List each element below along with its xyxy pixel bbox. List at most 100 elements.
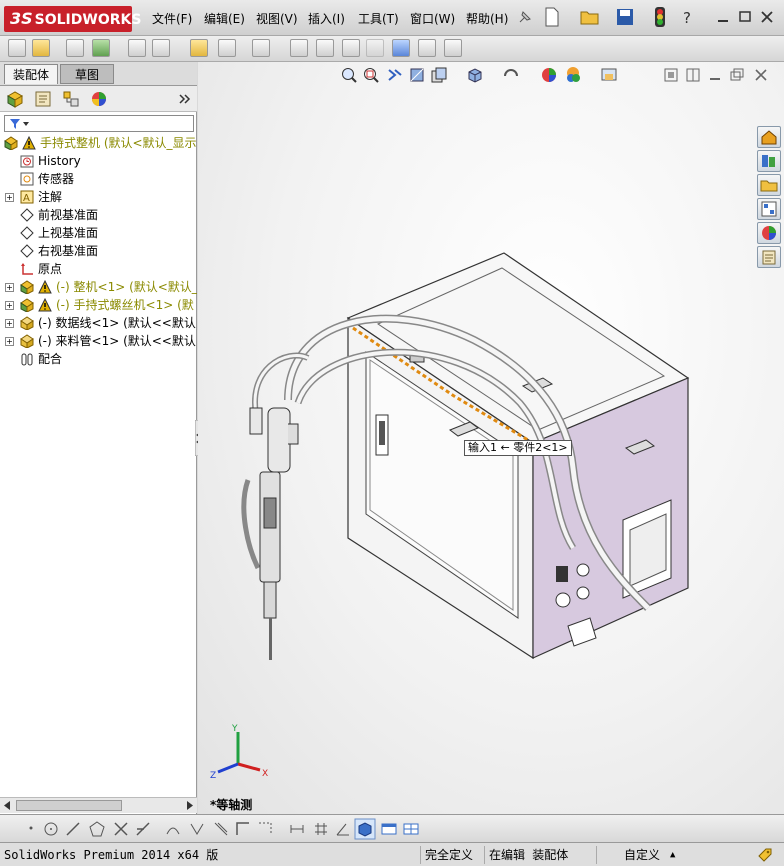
insert-component-icon[interactable] bbox=[32, 39, 50, 57]
linear-pattern-icon[interactable] bbox=[92, 39, 110, 57]
explode-line-sketch-icon[interactable] bbox=[366, 39, 384, 57]
centerline-icon[interactable] bbox=[256, 820, 274, 838]
split-view-icon[interactable] bbox=[684, 66, 702, 84]
expand-toggle[interactable]: + bbox=[5, 193, 14, 202]
offset-entities-icon[interactable] bbox=[164, 820, 182, 838]
tree-filter-field[interactable] bbox=[4, 115, 194, 132]
display-style-icon[interactable] bbox=[502, 66, 520, 84]
apply-scene-icon[interactable] bbox=[600, 66, 618, 84]
section-view-icon[interactable] bbox=[408, 66, 426, 84]
propertymanager-tab-icon[interactable] bbox=[34, 90, 52, 108]
menu-file[interactable]: 文件(F) bbox=[148, 10, 196, 28]
expand-tabs-icon[interactable] bbox=[178, 92, 192, 106]
open-folder-icon[interactable] bbox=[580, 8, 600, 26]
expand-toggle[interactable]: + bbox=[5, 301, 14, 310]
pin-icon[interactable] bbox=[516, 8, 534, 26]
line-icon[interactable] bbox=[64, 820, 82, 838]
save-icon[interactable] bbox=[616, 8, 634, 26]
tree-item[interactable]: + (-) 手持式螺丝机<1> (默 bbox=[0, 296, 197, 314]
tree-item[interactable]: History bbox=[0, 152, 197, 170]
tab-sketch[interactable]: 草图 bbox=[60, 64, 114, 84]
solidworks-logo[interactable]: 3S SOLIDWORKS bbox=[4, 6, 141, 32]
graphics-area[interactable]: 输入1 ← 零件2<1> Y X Z *等轴测 bbox=[198, 62, 784, 814]
filter-icon[interactable] bbox=[9, 118, 29, 130]
instant3d-icon[interactable] bbox=[444, 39, 462, 57]
model-assembly[interactable] bbox=[228, 248, 698, 668]
tag-icon[interactable] bbox=[756, 846, 774, 864]
bill-of-materials-icon[interactable] bbox=[316, 39, 334, 57]
trim-icon[interactable] bbox=[112, 820, 130, 838]
scroll-thumb[interactable] bbox=[16, 800, 122, 811]
menu-help[interactable]: 帮助(H) bbox=[462, 10, 512, 28]
reference-geometry-icon[interactable] bbox=[252, 39, 270, 57]
exploded-view-icon[interactable] bbox=[342, 39, 360, 57]
units-status[interactable]: 自定义 bbox=[596, 846, 664, 864]
help-icon[interactable]: ? bbox=[680, 8, 698, 26]
hide-show-items-icon[interactable] bbox=[540, 66, 558, 84]
menu-edit[interactable]: 编辑(E) bbox=[200, 10, 249, 28]
polygon-icon[interactable] bbox=[88, 820, 106, 838]
units-arrow-icon[interactable]: ▲ bbox=[670, 846, 675, 864]
tree-item[interactable]: 右视基准面 bbox=[0, 242, 197, 260]
tree-item[interactable]: + (-) 来料管<1> (默认<<默认 bbox=[0, 332, 197, 350]
configurationmanager-tab-icon[interactable] bbox=[62, 90, 80, 108]
close-icon[interactable] bbox=[760, 10, 774, 24]
tree-item[interactable]: 配合 bbox=[0, 350, 197, 368]
viewport-restore-icon[interactable] bbox=[728, 66, 746, 84]
tree-item[interactable]: + A 注解 bbox=[0, 188, 197, 206]
tree-item[interactable]: 前视基准面 bbox=[0, 206, 197, 224]
circle-icon[interactable] bbox=[42, 820, 60, 838]
maximize-icon[interactable] bbox=[738, 10, 752, 24]
tree-item[interactable]: 传感器 bbox=[0, 170, 197, 188]
tree-item[interactable]: + (-) 整机<1> (默认<默认_ bbox=[0, 278, 197, 296]
view-palette-icon[interactable] bbox=[757, 198, 781, 220]
move-component-icon[interactable] bbox=[152, 39, 170, 57]
assembly-features-icon[interactable] bbox=[218, 39, 236, 57]
zoom-to-fit-icon[interactable] bbox=[340, 66, 358, 84]
mate-icon[interactable] bbox=[66, 39, 84, 57]
view-3d-icon[interactable] bbox=[354, 818, 376, 840]
previous-view-icon[interactable] bbox=[386, 66, 404, 84]
show-hidden-icon[interactable] bbox=[190, 39, 208, 57]
design-library-icon[interactable] bbox=[757, 150, 781, 172]
custom-properties-icon[interactable] bbox=[757, 246, 781, 268]
displaymanager-tab-icon[interactable] bbox=[90, 90, 108, 108]
menu-window[interactable]: 窗口(W) bbox=[406, 10, 459, 28]
expand-toggle[interactable]: + bbox=[5, 283, 14, 292]
featuremanager-tab-icon[interactable] bbox=[6, 90, 24, 108]
scroll-left-icon[interactable] bbox=[3, 801, 11, 810]
smart-fasteners-icon[interactable] bbox=[128, 39, 146, 57]
rebuild-icon[interactable] bbox=[654, 6, 666, 28]
scroll-right-icon[interactable] bbox=[186, 801, 194, 810]
expand-toggle[interactable]: + bbox=[5, 319, 14, 328]
expand-toggle[interactable]: + bbox=[5, 337, 14, 346]
extend-icon[interactable] bbox=[134, 820, 152, 838]
viewport-minimize-icon[interactable] bbox=[706, 66, 724, 84]
tab-assembly[interactable]: 装配体 bbox=[4, 64, 58, 84]
file-explorer-icon[interactable] bbox=[757, 174, 781, 196]
grid-icon[interactable] bbox=[312, 820, 330, 838]
angle-icon[interactable] bbox=[334, 820, 352, 838]
view-orientation-icon[interactable] bbox=[466, 66, 484, 84]
tree-item[interactable]: 原点 bbox=[0, 260, 197, 278]
tree-item[interactable]: 上视基准面 bbox=[0, 224, 197, 242]
menu-insert[interactable]: 插入(I) bbox=[304, 10, 349, 28]
dynamic-annotation-views-icon[interactable] bbox=[430, 66, 448, 84]
new-document-icon[interactable] bbox=[544, 7, 560, 27]
minimize-icon[interactable] bbox=[716, 10, 730, 24]
clearance-verification-icon[interactable] bbox=[418, 39, 436, 57]
menu-tools[interactable]: 工具(T) bbox=[354, 10, 403, 28]
mirror-icon[interactable] bbox=[188, 820, 206, 838]
rectangle-corner-icon[interactable] bbox=[234, 820, 252, 838]
menu-view[interactable]: 视图(V) bbox=[252, 10, 302, 28]
appearances-scenes-icon[interactable] bbox=[757, 222, 781, 244]
solidworks-resources-icon[interactable] bbox=[757, 126, 781, 148]
new-assembly-icon[interactable] bbox=[8, 39, 26, 57]
view-settings-icon[interactable] bbox=[662, 66, 680, 84]
zoom-to-area-icon[interactable] bbox=[362, 66, 380, 84]
two-view-icon[interactable] bbox=[402, 820, 420, 838]
convert-entities-icon[interactable] bbox=[212, 820, 230, 838]
point-icon[interactable] bbox=[24, 821, 38, 835]
screwdriver-tool[interactable] bbox=[249, 407, 299, 660]
edit-appearance-icon[interactable] bbox=[564, 66, 582, 84]
